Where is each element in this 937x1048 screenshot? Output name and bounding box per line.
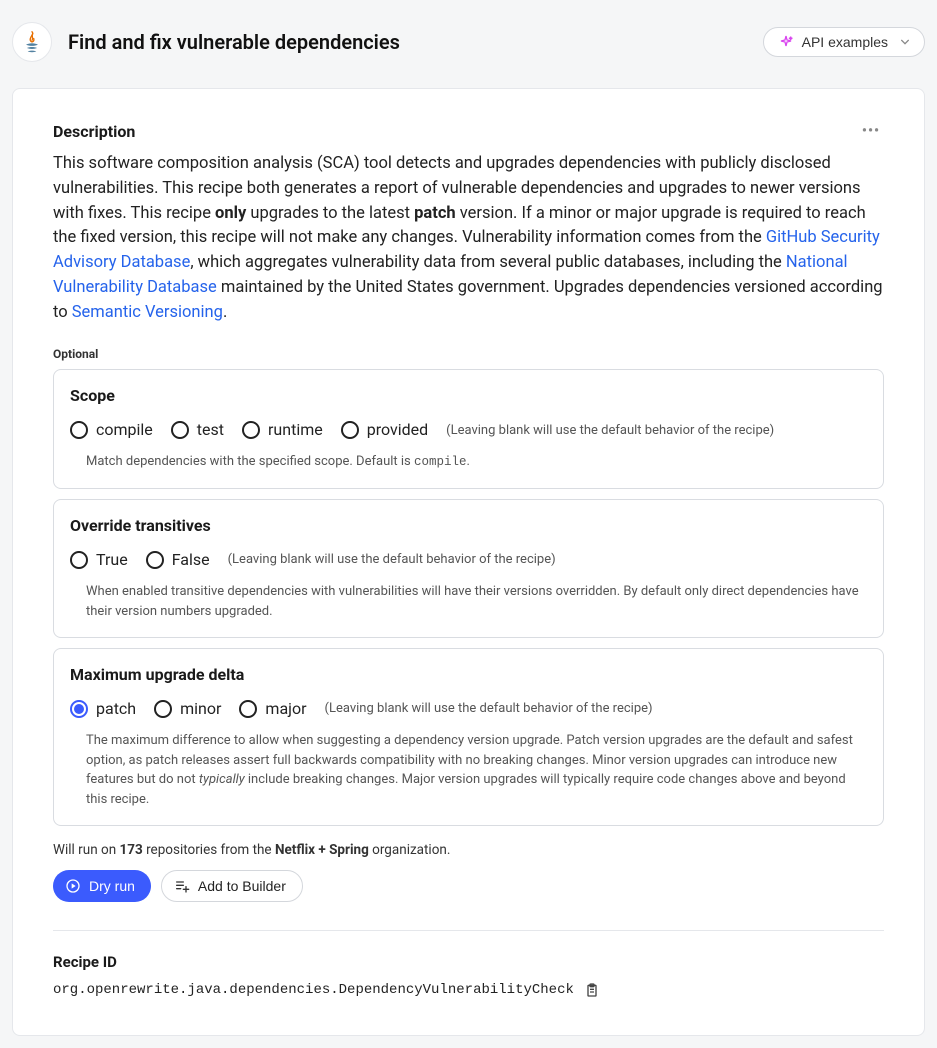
maxdelta-radio-major[interactable]: major (239, 697, 306, 721)
radio-icon (70, 551, 88, 569)
dry-run-label: Dry run (89, 878, 135, 894)
override-radio-false[interactable]: False (146, 548, 210, 572)
description-heading: Description (53, 120, 135, 144)
scope-blank-hint: (Leaving blank will use the default beha… (446, 421, 774, 441)
clipboard-icon (584, 982, 600, 998)
play-circle-icon (65, 878, 81, 894)
more-menu-button[interactable]: ••• (858, 117, 884, 146)
list-add-icon (174, 878, 190, 894)
override-help: When enabled transitive dependencies wit… (70, 582, 867, 621)
radio-icon (171, 421, 189, 439)
dry-run-button[interactable]: Dry run (53, 870, 151, 902)
maxdelta-blank-hint: (Leaving blank will use the default beha… (325, 699, 653, 719)
maxdelta-help: The maximum difference to allow when sug… (70, 731, 867, 809)
page-title: Find and fix vulnerable dependencies (68, 27, 400, 57)
override-blank-hint: (Leaving blank will use the default beha… (228, 550, 556, 570)
header-left: Find and fix vulnerable dependencies (12, 22, 400, 62)
scope-radio-runtime[interactable]: runtime (242, 418, 323, 442)
java-logo-icon (12, 22, 52, 62)
maxdelta-radio-minor[interactable]: minor (154, 697, 221, 721)
scope-help: Match dependencies with the specified sc… (70, 452, 867, 472)
semver-link[interactable]: Semantic Versioning (72, 303, 223, 322)
scope-title: Scope (70, 384, 867, 408)
scope-radio-test[interactable]: test (171, 418, 224, 442)
recipe-id-value: org.openrewrite.java.dependencies.Depend… (53, 980, 574, 1001)
maxdelta-title: Maximum upgrade delta (70, 663, 867, 687)
radio-icon (154, 700, 172, 718)
api-examples-label: API examples (802, 34, 888, 50)
override-card: Override transitives True False (Leaving… (53, 499, 884, 638)
page-header: Find and fix vulnerable dependencies API… (12, 12, 925, 70)
sparkle-icon (778, 34, 794, 50)
maxdelta-card: Maximum upgrade delta patch minor major … (53, 648, 884, 826)
radio-icon (146, 551, 164, 569)
api-examples-button[interactable]: API examples (763, 27, 925, 57)
add-to-builder-button[interactable]: Add to Builder (161, 870, 303, 902)
description-body: This software composition analysis (SCA)… (53, 152, 884, 325)
radio-icon (242, 421, 260, 439)
optional-section-label: Optional (53, 345, 884, 363)
main-panel: Description ••• This software compositio… (12, 88, 925, 1036)
divider (53, 930, 884, 931)
maxdelta-radio-patch[interactable]: patch (70, 697, 136, 721)
override-title: Override transitives (70, 514, 867, 538)
radio-icon (341, 421, 359, 439)
radio-icon (239, 700, 257, 718)
copy-button[interactable] (584, 982, 600, 998)
scope-card: Scope compile test runtime provided (53, 369, 884, 489)
add-to-builder-label: Add to Builder (198, 878, 286, 894)
run-info: Will run on 173 repositories from the Ne… (53, 840, 884, 860)
radio-icon (70, 421, 88, 439)
scope-radio-compile[interactable]: compile (70, 418, 153, 442)
radio-icon-selected (70, 700, 88, 718)
action-row: Dry run Add to Builder (53, 870, 884, 902)
chevron-down-icon (900, 37, 910, 47)
scope-radio-provided[interactable]: provided (341, 418, 428, 442)
override-radio-true[interactable]: True (70, 548, 128, 572)
